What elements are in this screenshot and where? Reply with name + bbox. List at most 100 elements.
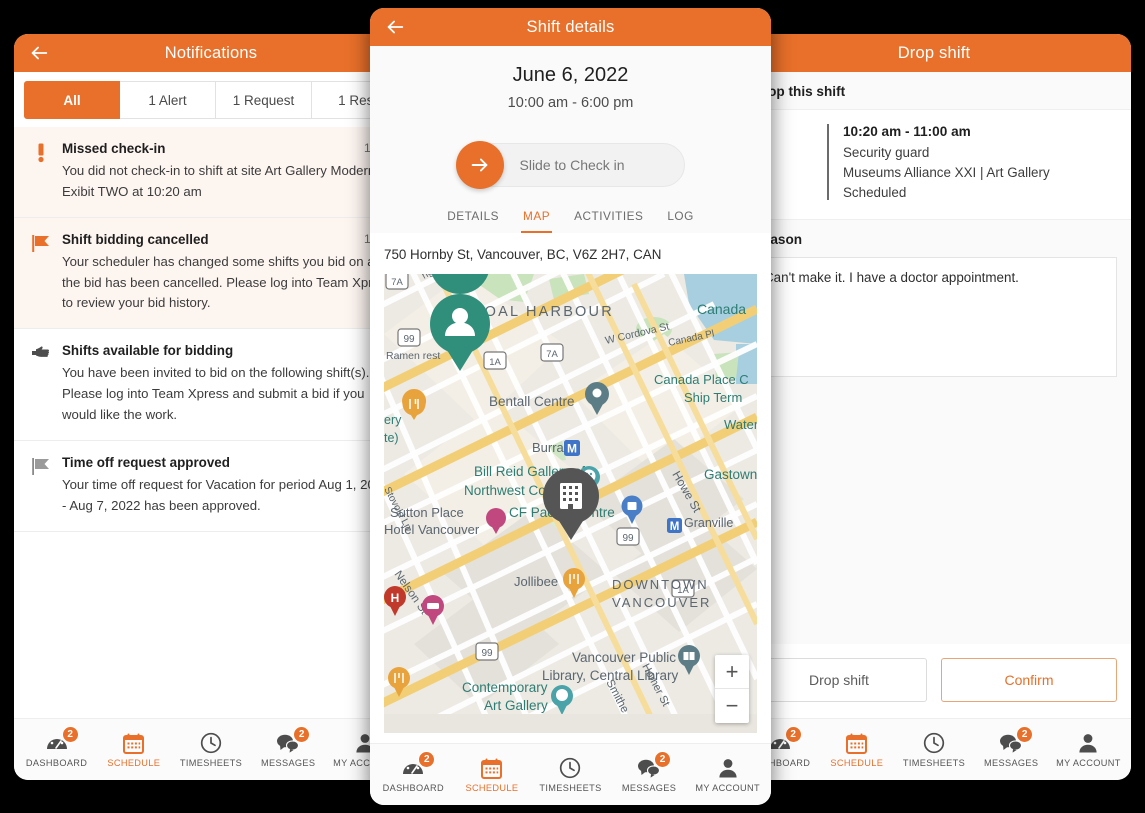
drop-shift-button[interactable]: Drop shift — [751, 658, 927, 702]
tab-request[interactable]: 1 Request — [216, 81, 312, 119]
svg-text:Bentall Centre: Bentall Centre — [489, 394, 575, 409]
person-icon — [1075, 731, 1101, 755]
zoom-in-button[interactable]: + — [715, 655, 749, 689]
map-view[interactable]: .rd{stroke:#ffffff;stroke-width:6;fill:n… — [384, 274, 757, 733]
dashboard-icon: 2 — [44, 726, 79, 755]
svg-text:Hotel Vancouver: Hotel Vancouver — [384, 522, 480, 537]
notification-filter-tabs: All 1 Alert 1 Request 1 Resu — [14, 72, 408, 127]
svg-text:7A: 7A — [546, 349, 558, 360]
nav-timesheets[interactable]: TIMESHEETS — [895, 731, 972, 768]
drop-shift-appbar: Drop shift — [737, 34, 1131, 72]
slide-to-check-in[interactable]: Slide to Check in — [455, 141, 685, 189]
section-header-drop-this-shift: Drop this shift — [737, 72, 1131, 109]
clock-icon — [198, 731, 224, 755]
nav-messages[interactable]: 2 MESSAGES — [610, 751, 689, 793]
svg-text:Northwest Co: Northwest Co — [464, 483, 546, 498]
notification-title: Missed check-in — [62, 141, 166, 156]
section-header-reason: Reason — [737, 220, 1131, 257]
flag-outline-icon — [30, 455, 52, 517]
arrow-right-icon[interactable] — [455, 141, 504, 189]
notification-body: You did not check-in to shift at site Ar… — [62, 163, 376, 199]
map-canvas: .rd{stroke:#ffffff;stroke-width:6;fill:n… — [384, 274, 757, 714]
nav-schedule[interactable]: SCHEDULE — [453, 756, 532, 793]
svg-text:M: M — [670, 521, 680, 533]
flag-filled-icon — [30, 232, 52, 315]
svg-text:Ship Term: Ship Term — [684, 390, 742, 405]
chat-icon: 2 — [275, 726, 311, 755]
arrow-left-icon[interactable] — [382, 14, 408, 40]
spacer — [737, 377, 1131, 644]
tab-log[interactable]: LOG — [665, 205, 695, 233]
nav-dashboard[interactable]: 2 DASHBOARD — [374, 751, 453, 793]
notifications-appbar: Notifications — [14, 34, 408, 72]
check-in-slider-wrap: Slide to Check in — [370, 123, 771, 199]
tab-alert[interactable]: 1 Alert — [120, 81, 216, 119]
nav-label: SCHEDULE — [465, 783, 519, 793]
nav-label: DASHBOARD — [25, 758, 88, 768]
shift-details-body: June 6, 2022 10:00 am - 6:00 pm Slide to… — [370, 46, 771, 743]
notifications-panel: Notifications All 1 Alert 1 Request 1 Re… — [14, 34, 408, 780]
nav-timesheets[interactable]: TIMESHEETS — [172, 731, 249, 768]
svg-text:H: H — [391, 591, 400, 605]
shift-role: Security guard — [843, 145, 930, 160]
shift-status: Scheduled — [843, 185, 907, 200]
svg-text:99: 99 — [403, 334, 415, 345]
shift-details-panel: Shift details June 6, 2022 10:00 am - 6:… — [370, 8, 771, 805]
svg-text:DOWNTOWN: DOWNTOWN — [612, 577, 709, 592]
clock-icon — [557, 756, 583, 780]
nav-label: TIMESHEETS — [179, 758, 243, 768]
slider-label: Slide to Check in — [519, 157, 625, 173]
list-item[interactable]: Shift bidding cancelled Your scheduler h… — [14, 217, 408, 330]
nav-schedule[interactable]: SCHEDULE — [95, 731, 172, 768]
nav-schedule[interactable]: SCHEDULE — [818, 731, 895, 768]
svg-text:Contemporary: Contemporary — [462, 680, 548, 695]
poi-pin-metro-burrard: M — [564, 440, 580, 456]
tab-activities[interactable]: ACTIVITIES — [572, 205, 645, 233]
notification-body: You have been invited to bid on the foll… — [62, 365, 370, 423]
map-bottom-gap — [370, 733, 771, 743]
svg-text:M: M — [567, 442, 577, 456]
nav-label: MY ACCOUNT — [1056, 758, 1121, 768]
pointing-hand-icon — [30, 343, 52, 426]
zoom-out-button[interactable]: − — [715, 689, 749, 723]
nav-dashboard[interactable]: 2 DASHBOARD — [18, 726, 95, 768]
poi-pin-metro-granville: M — [667, 518, 682, 533]
person-icon — [715, 756, 741, 780]
badge-count: 2 — [61, 726, 79, 743]
tab-all[interactable]: All — [24, 81, 120, 119]
nav-timesheets[interactable]: TIMESHEETS — [531, 756, 610, 793]
nav-label: MY ACCOUNT — [695, 783, 760, 793]
nav-my-account[interactable]: MY ACCOUNT — [688, 756, 767, 793]
calendar-icon — [121, 731, 147, 755]
nav-my-account[interactable]: MY ACCOUNT — [1050, 731, 1127, 768]
svg-text:Ramen rest: Ramen rest — [386, 350, 440, 362]
shift-address: 750 Hornby St, Vancouver, BC, V6Z 2H7, C… — [370, 233, 771, 274]
exclamation-icon — [30, 141, 52, 203]
arrow-left-icon[interactable] — [26, 40, 52, 66]
drop-shift-body: Drop this shift 10:20 am - 11:00 am Secu… — [737, 72, 1131, 718]
bottom-navigation: 2 DASHBOARD SCHEDULE TIMESHEETS 2 MESSAG… — [370, 743, 771, 805]
list-item[interactable]: Time off request approved Your time off … — [14, 441, 408, 532]
tab-details[interactable]: DETAILS — [445, 205, 501, 233]
nav-messages[interactable]: 2 MESSAGES — [250, 726, 327, 768]
badge-count: 2 — [418, 751, 436, 768]
badge-count: 2 — [654, 751, 672, 768]
confirm-button[interactable]: Confirm — [941, 658, 1117, 702]
dashboard-icon: 2 — [400, 751, 436, 780]
svg-text:7A: 7A — [391, 277, 403, 288]
nav-label: MESSAGES — [984, 758, 1039, 768]
reason-textarea[interactable]: Can't make it. I have a doctor appointme… — [751, 257, 1117, 377]
svg-text:Granville: Granville — [684, 516, 733, 530]
notification-body: Your scheduler has changed some shifts y… — [62, 253, 394, 311]
nav-messages[interactable]: 2 MESSAGES — [973, 726, 1050, 768]
svg-text:99: 99 — [481, 648, 493, 659]
list-item[interactable]: Shifts available for bidding You have be… — [14, 329, 408, 441]
notification-title: Shifts available for bidding — [62, 343, 234, 359]
svg-text:Art Gallery: Art Gallery — [484, 698, 548, 713]
tab-map[interactable]: MAP — [521, 205, 553, 233]
notification-list: Missed check-in You did not check-in to … — [14, 127, 408, 718]
nav-label: SCHEDULE — [830, 758, 884, 768]
chat-icon: 2 — [998, 726, 1034, 755]
shift-details-appbar: Shift details — [370, 8, 771, 46]
list-item[interactable]: Missed check-in You did not check-in to … — [14, 127, 408, 218]
